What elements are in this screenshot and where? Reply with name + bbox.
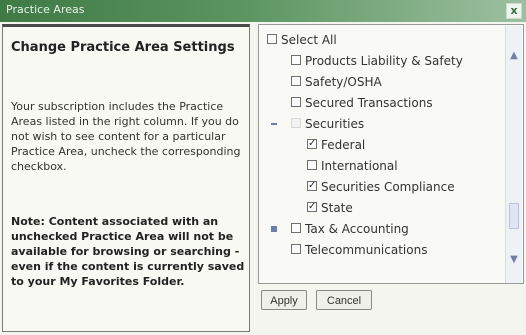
list-scrollbar[interactable]: ▲ ▼ xyxy=(505,26,522,283)
close-icon[interactable]: x xyxy=(506,3,522,19)
list-item-state[interactable]: State xyxy=(307,198,497,217)
list-item-securities-compliance[interactable]: Securities Compliance xyxy=(307,177,497,196)
settings-description-panel: Change Practice Area Settings Your subsc… xyxy=(2,24,250,332)
state-checkbox[interactable] xyxy=(307,198,317,216)
collapse-icon[interactable] xyxy=(271,123,277,125)
list-item-tax-accounting[interactable]: Tax & Accounting xyxy=(267,220,497,238)
list-item-label: Telecommunications xyxy=(305,243,428,257)
international-checkbox[interactable] xyxy=(307,160,317,170)
select-all-label: Select All xyxy=(281,33,337,47)
list-item-label: Safety/OSHA xyxy=(305,75,382,89)
list-item-label: State xyxy=(321,201,353,215)
safety-osha-checkbox[interactable] xyxy=(291,76,301,86)
list-item-label: Tax & Accounting xyxy=(305,222,409,236)
list-item-telecommunications[interactable]: Telecommunications xyxy=(291,241,501,259)
panel-description: Your subscription includes the Practice … xyxy=(11,100,241,173)
panel-heading: Change Practice Area Settings xyxy=(11,40,235,55)
securities-compliance-checkbox[interactable] xyxy=(307,177,317,195)
panel-note: Note: Content associated with an uncheck… xyxy=(11,215,245,288)
scroll-thumb[interactable] xyxy=(509,203,519,229)
list-item-label: Federal xyxy=(321,138,366,152)
apply-button[interactable]: Apply xyxy=(261,290,307,310)
list-item-label: Products Liability & Safety xyxy=(305,54,463,68)
window-titlebar: Practice Areas x xyxy=(0,0,526,22)
list-item-label: International xyxy=(321,159,398,173)
list-item-label: Securities Compliance xyxy=(321,180,455,194)
list-item-label: Securities xyxy=(305,117,365,131)
list-item-securities[interactable]: Securities xyxy=(267,115,497,133)
select-all-item[interactable]: Select All xyxy=(267,31,487,49)
scroll-down-icon[interactable]: ▼ xyxy=(508,254,520,266)
practice-area-list[interactable]: Select All Products Liability & Safety S… xyxy=(258,24,524,284)
list-item-products-liability[interactable]: Products Liability & Safety xyxy=(291,52,501,70)
tax-accounting-checkbox[interactable] xyxy=(291,223,301,233)
telecommunications-checkbox[interactable] xyxy=(291,244,301,254)
window-title: Practice Areas xyxy=(6,3,85,16)
list-item-federal[interactable]: Federal xyxy=(307,135,497,154)
list-item-secured-transactions[interactable]: Secured Transactions xyxy=(291,94,501,112)
list-item-label: Secured Transactions xyxy=(305,96,433,110)
expand-icon[interactable] xyxy=(271,226,277,232)
scroll-up-icon[interactable]: ▲ xyxy=(508,50,520,62)
list-item-international[interactable]: International xyxy=(307,157,497,175)
select-all-checkbox[interactable] xyxy=(267,34,277,44)
cancel-button[interactable]: Cancel xyxy=(316,290,372,310)
securities-checkbox[interactable] xyxy=(291,118,301,128)
products-liability-checkbox[interactable] xyxy=(291,55,301,65)
secured-transactions-checkbox[interactable] xyxy=(291,97,301,107)
federal-checkbox[interactable] xyxy=(307,135,317,153)
list-item-safety-osha[interactable]: Safety/OSHA xyxy=(291,73,501,91)
